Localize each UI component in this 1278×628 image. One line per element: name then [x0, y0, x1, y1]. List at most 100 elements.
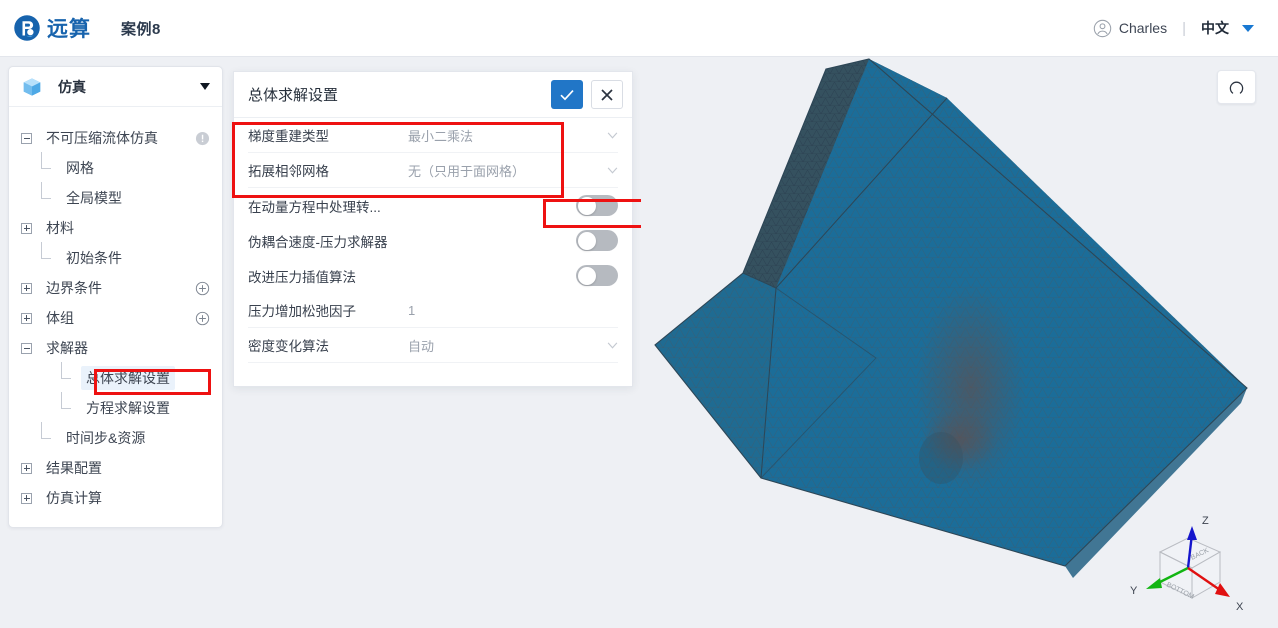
tree-item-label-box: 仿真计算 [41, 486, 107, 510]
axes-z-label: Z [1202, 515, 1209, 527]
tree-item-label: 求解器 [46, 340, 88, 356]
brand-name: 远算 [47, 18, 91, 41]
tree-item[interactable]: 结果配置 [9, 453, 222, 483]
toggle-switch-icon[interactable] [576, 230, 618, 251]
tree-item-label-box: 网格 [61, 156, 99, 180]
tree-item-label: 体组 [46, 310, 74, 326]
expand-icon[interactable] [21, 282, 32, 294]
tree-item[interactable]: 材料 [9, 213, 222, 243]
setting-select[interactable]: 无（只用于面网格） [408, 161, 618, 180]
cube-icon [23, 77, 41, 96]
tree-item-label-box: 体组 [41, 306, 79, 330]
viewport-3d[interactable]: BACK BOTTOM Z Y X [641, 58, 1278, 628]
tree-item[interactable]: 求解器 [9, 333, 222, 363]
panel-action-group [551, 80, 623, 109]
status-strip [0, 618, 1278, 628]
tree-branch-line [41, 181, 52, 204]
setting-value: 1 [408, 302, 416, 318]
app-header: 远算 案例8 Charles | 中文 [0, 0, 1278, 57]
tree-item-label: 全局模型 [66, 190, 122, 206]
setting-select[interactable]: 最小二乘法 [408, 126, 618, 145]
collapse-icon[interactable] [21, 342, 32, 354]
tree-item-label-box: 求解器 [41, 336, 93, 360]
sidebar-panel: 仿真 不可压缩流体仿真网格全局模型材料初始条件边界条件体组求解器总体求解设置方程… [8, 66, 223, 528]
info-icon [195, 131, 210, 145]
setting-label: 梯度重建类型 [248, 129, 329, 144]
axes-y-label: Y [1130, 585, 1138, 597]
tree-item-label-box: 总体求解设置 [81, 366, 175, 390]
toggle-switch-icon[interactable] [576, 265, 618, 286]
yuansuan-logo-icon [14, 15, 40, 41]
setting-value: 最小二乘法 [408, 128, 474, 144]
tree-item-label: 边界条件 [46, 280, 102, 296]
tree-item-label-box: 全局模型 [61, 186, 127, 210]
tree-item-label: 方程求解设置 [86, 400, 170, 416]
add-icon[interactable] [195, 281, 210, 296]
tree-branch-line [41, 421, 52, 444]
toggle-knob [577, 266, 596, 285]
setting-label: 伪耦合速度-压力求解器 [248, 234, 388, 250]
tree-item[interactable]: 仿真计算 [9, 483, 222, 513]
panel-header: 总体求解设置 [234, 72, 632, 118]
tree-item-label: 初始条件 [66, 250, 122, 266]
tree-item[interactable]: 体组 [9, 303, 222, 333]
toggle-knob [577, 231, 596, 250]
tree-item-label: 网格 [66, 160, 94, 176]
setting-label: 拓展相邻网格 [248, 164, 329, 179]
axes-x-label: X [1236, 601, 1244, 613]
sidebar-header-label: 仿真 [58, 78, 86, 95]
setting-select[interactable]: 自动 [408, 336, 618, 355]
expand-icon[interactable] [21, 312, 32, 324]
application-root: 远算 案例8 Charles | 中文 仿真 不可压缩流体仿真 网格 全局模型 … [0, 0, 1278, 628]
collapse-icon[interactable] [21, 132, 32, 144]
solver-settings-panel: 总体求解设置 梯度重建类型 最小二乘法拓展相邻网格 无（只用于面网格） 在动量方程中处… [233, 71, 633, 387]
toggle-knob [577, 196, 596, 215]
model-tree: 不可压缩流体仿真网格全局模型材料初始条件边界条件体组求解器总体求解设置方程求解设… [9, 107, 222, 519]
chevron-down-icon[interactable] [200, 83, 210, 90]
setting-label: 密度变化算法 [248, 339, 329, 354]
sidebar-header[interactable]: 仿真 [9, 67, 222, 107]
tree-item[interactable]: 全局模型 [9, 181, 222, 213]
user-avatar-icon[interactable] [1093, 19, 1112, 38]
language-label[interactable]: 中文 [1201, 18, 1229, 38]
cancel-button[interactable] [591, 80, 623, 109]
tree-item[interactable]: 时间步&资源 [9, 421, 222, 453]
setting-input[interactable]: 1 [408, 303, 618, 318]
confirm-button[interactable] [551, 80, 583, 109]
user-name[interactable]: Charles [1119, 20, 1167, 36]
tree-branch-line [41, 151, 52, 174]
setting-value: 无（只用于面网格） [408, 163, 526, 179]
chevron-down-icon[interactable] [607, 131, 618, 139]
tree-item[interactable]: 初始条件 [9, 241, 222, 273]
expand-icon[interactable] [21, 222, 32, 234]
setting-label: 改进压力插值算法 [248, 269, 356, 285]
tree-item-label-box: 方程求解设置 [81, 396, 175, 420]
tree-item[interactable]: 边界条件 [9, 273, 222, 303]
setting-row: 密度变化算法 自动 [248, 328, 618, 363]
expand-icon[interactable] [21, 492, 32, 504]
toggle-switch-icon[interactable] [576, 195, 618, 216]
chevron-down-icon[interactable] [1242, 24, 1254, 32]
tree-item-label-box: 初始条件 [61, 246, 127, 270]
setting-row: 拓展相邻网格 无（只用于面网格） [248, 153, 618, 188]
chevron-down-icon[interactable] [607, 341, 618, 349]
tree-item-label-box: 结果配置 [41, 456, 107, 480]
orientation-axes-gizmo[interactable]: BACK BOTTOM Z Y X [1120, 502, 1260, 622]
tree-item[interactable]: 总体求解设置 [9, 361, 222, 393]
chevron-down-icon[interactable] [607, 166, 618, 174]
tree-item[interactable]: 方程求解设置 [9, 391, 222, 423]
panel-rows: 梯度重建类型 最小二乘法拓展相邻网格 无（只用于面网格） 在动量方程中处理转... 伪耦… [234, 118, 632, 363]
brand-area[interactable]: 远算 案例8 [0, 13, 161, 43]
tree-branch-line [61, 391, 72, 414]
tree-item-label: 仿真计算 [46, 490, 102, 506]
tree-item[interactable]: 网格 [9, 151, 222, 183]
close-icon [601, 88, 613, 101]
expand-icon[interactable] [21, 462, 32, 474]
tree-item[interactable]: 不可压缩流体仿真 [9, 123, 222, 153]
project-name: 案例8 [121, 20, 161, 38]
panel-title: 总体求解设置 [248, 87, 339, 104]
add-icon[interactable] [195, 311, 210, 326]
reset-view-button[interactable] [1217, 70, 1256, 104]
setting-row: 改进压力插值算法 [248, 258, 618, 293]
setting-row: 在动量方程中处理转... [248, 188, 618, 223]
